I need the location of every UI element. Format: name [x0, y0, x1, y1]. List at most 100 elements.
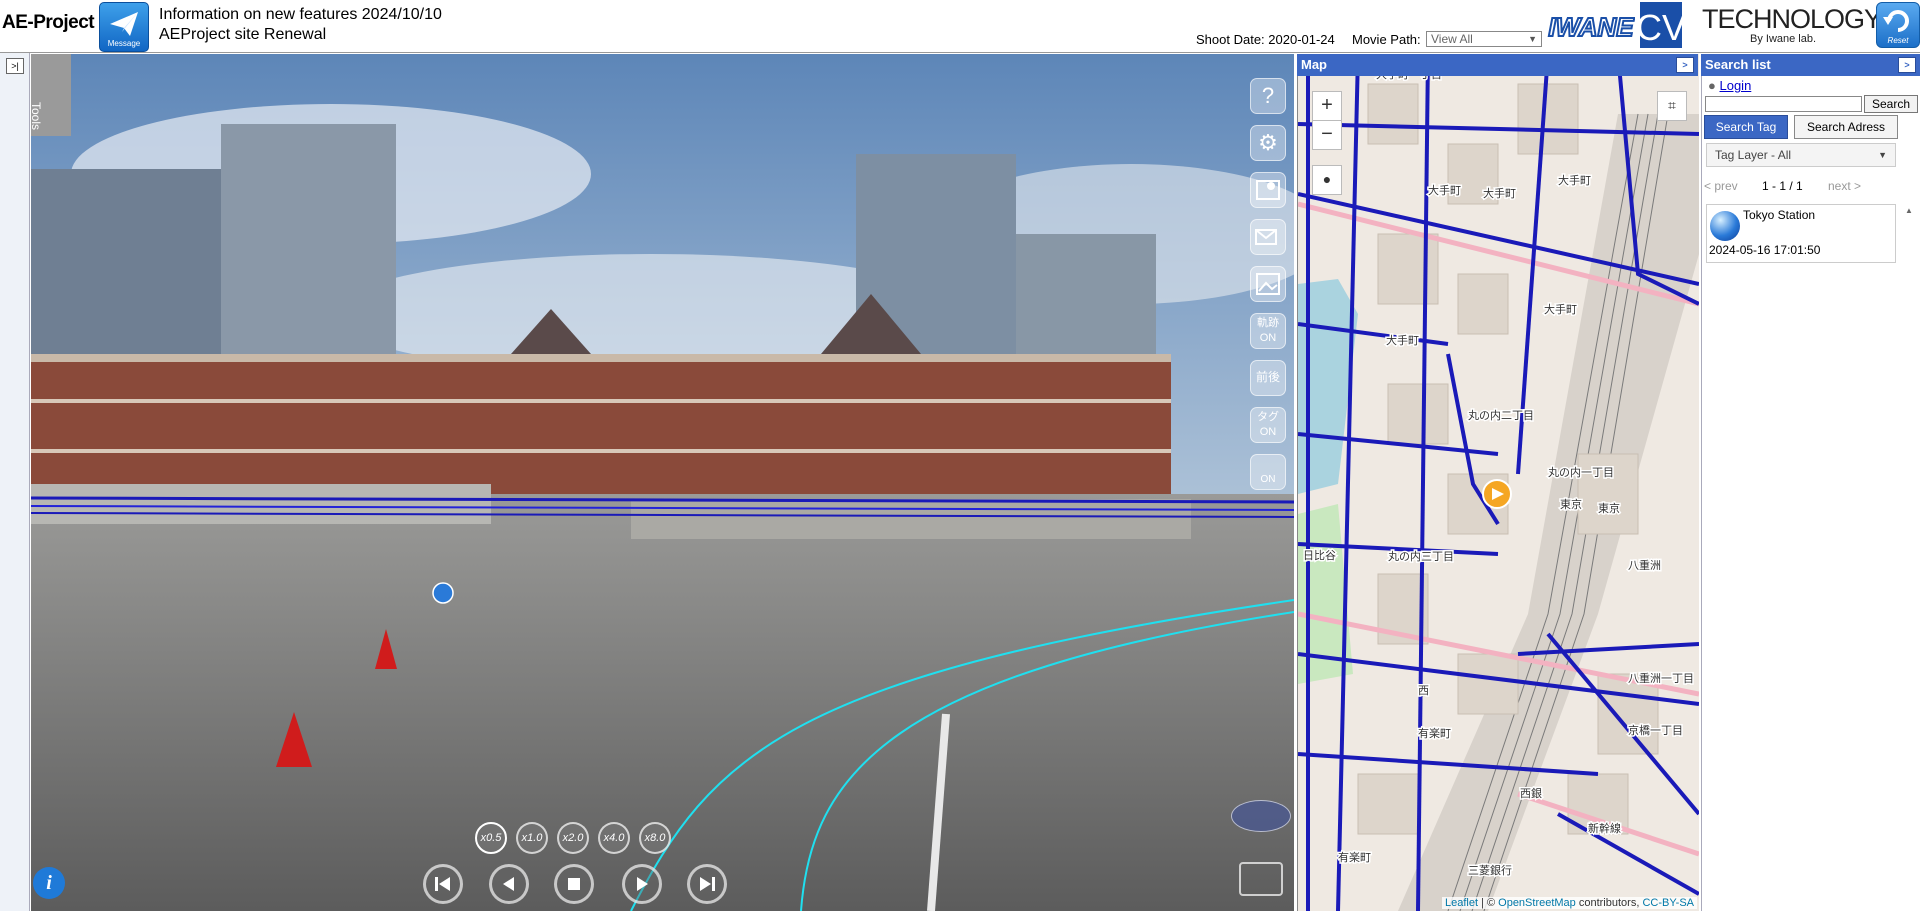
- osm-link[interactable]: OpenStreetMap: [1498, 897, 1576, 909]
- stop-icon[interactable]: [554, 864, 594, 904]
- info-icon[interactable]: i: [33, 867, 65, 899]
- map-label: 有楽町: [1418, 726, 1451, 740]
- shoot-date: Shoot Date: 2020-01-24: [1196, 32, 1335, 47]
- map-label: 大手町: [1428, 183, 1461, 197]
- panorama-viewer[interactable]: Tools ? ⚙ 軌跡 ON 前後 タグ ON ON x0.5 x1.0 x2…: [31, 54, 1294, 911]
- map-label: 大手町: [1558, 173, 1591, 187]
- iwane-logo-text: IWANE: [1548, 12, 1634, 42]
- news-line-1[interactable]: Information on new features 2024/10/10: [159, 6, 442, 24]
- speed-x4.0[interactable]: x4.0: [598, 822, 630, 854]
- login-row: ● Login: [1708, 78, 1751, 93]
- search-collapse-icon[interactable]: >: [1898, 57, 1916, 73]
- search-title: Search list: [1705, 57, 1771, 72]
- map-label: 有楽町: [1338, 850, 1371, 864]
- leaflet-link[interactable]: Leaflet: [1445, 897, 1478, 909]
- front-back-button[interactable]: 前後: [1250, 360, 1286, 396]
- cv-logo: CV: [1640, 2, 1682, 48]
- paper-plane-icon: [110, 12, 138, 36]
- movie-path-select[interactable]: View All ▼: [1426, 31, 1542, 47]
- map-title: Map: [1301, 57, 1327, 72]
- speed-x1.0[interactable]: x1.0: [516, 822, 548, 854]
- tag-layer-value: Tag Layer - All: [1715, 148, 1792, 162]
- scroll-up-icon[interactable]: ▲: [1905, 206, 1913, 215]
- map-attribution: Leaflet | © OpenStreetMap contributors, …: [1441, 897, 1697, 909]
- map-label: 東京: [1560, 497, 1582, 511]
- camera-toggle[interactable]: ON: [1250, 454, 1286, 490]
- locate-pin-icon[interactable]: ●: [1312, 165, 1342, 195]
- list-item[interactable]: Tokyo Station 2024-05-16 17:01:50: [1706, 204, 1896, 263]
- reset-label: Reset: [1887, 36, 1909, 45]
- map-label: 京橋一丁目: [1628, 723, 1683, 737]
- login-link[interactable]: Login: [1719, 78, 1751, 93]
- attribution-contributors: contributors,: [1575, 897, 1643, 909]
- top-header: AE-Project Message Information on new fe…: [0, 0, 1920, 53]
- speed-x8.0[interactable]: x8.0: [639, 822, 671, 854]
- step-forward-icon[interactable]: [687, 864, 727, 904]
- photo-icon[interactable]: [1250, 266, 1286, 302]
- movie-path-label: Movie Path:: [1352, 32, 1421, 47]
- movie-path-value: View All: [1431, 32, 1473, 46]
- attribution-separator: | ©: [1478, 897, 1499, 909]
- map-label: 丸の内二丁目: [1468, 408, 1534, 422]
- search-tag-button[interactable]: Search Tag: [1704, 115, 1788, 139]
- next-page-link[interactable]: next >: [1828, 179, 1861, 193]
- play-forward-icon[interactable]: [622, 864, 662, 904]
- map-header: Map >: [1297, 54, 1698, 76]
- tools-tab[interactable]: Tools: [31, 54, 71, 136]
- map-label: 大手町: [1483, 186, 1516, 200]
- step-back-icon[interactable]: [423, 864, 463, 904]
- map-canvas[interactable]: 大手町一丁目 大手町 大手町 大手町 大手町 大手町 丸の内二丁目 丸の内一丁目…: [1298, 54, 1699, 911]
- zoom-in-button[interactable]: +: [1312, 91, 1342, 121]
- compass-icon[interactable]: [1231, 800, 1291, 832]
- cv-logo-text: CV: [1640, 7, 1682, 48]
- tag-layer-select[interactable]: Tag Layer - All ▼: [1706, 143, 1896, 167]
- crop-icon[interactable]: ⌗: [1657, 91, 1687, 121]
- zoom-out-button[interactable]: −: [1312, 120, 1342, 150]
- left-collapsed-panel: [0, 53, 30, 911]
- technology-logo: TECHNOLOGYTM: [1702, 4, 1892, 35]
- help-icon[interactable]: ?: [1250, 78, 1286, 114]
- search-input[interactable]: [1705, 96, 1862, 112]
- expand-icon[interactable]: >|: [6, 58, 24, 74]
- map-collapse-icon[interactable]: >: [1676, 57, 1694, 73]
- news-line-2[interactable]: AEProject site Renewal: [159, 26, 326, 44]
- speed-x2.0[interactable]: x2.0: [557, 822, 589, 854]
- search-button[interactable]: Search: [1864, 95, 1918, 113]
- tag-toggle[interactable]: タグ ON: [1250, 407, 1286, 443]
- page-count: 1 - 1 / 1: [1762, 179, 1803, 193]
- play-back-icon[interactable]: [489, 864, 529, 904]
- map-label: 大手町: [1386, 333, 1419, 347]
- search-header: Search list >: [1701, 54, 1920, 76]
- iwane-logo: IWANE: [1547, 10, 1635, 43]
- trajectory-toggle[interactable]: 軌跡 ON: [1250, 313, 1286, 349]
- tag-marker-icon: [1710, 211, 1740, 241]
- result-name: Tokyo Station: [1743, 208, 1816, 222]
- fullscreen-icon[interactable]: [1239, 862, 1283, 896]
- map-panel[interactable]: 大手町一丁目 大手町 大手町 大手町 大手町 大手町 丸の内二丁目 丸の内一丁目…: [1297, 54, 1699, 911]
- technology-text: TECHNOLOGY: [1702, 4, 1882, 34]
- map-label: 日比谷: [1303, 549, 1336, 562]
- app-logo[interactable]: AE-Project: [2, 12, 95, 34]
- map-label: 東京: [1598, 501, 1620, 515]
- map-label: 丸の内一丁目: [1548, 465, 1614, 479]
- license-link[interactable]: CC-BY-SA: [1642, 897, 1694, 909]
- settings-gear-icon[interactable]: ⚙: [1250, 125, 1286, 161]
- reset-button[interactable]: Reset: [1876, 2, 1920, 48]
- map-label: 新幹線: [1588, 821, 1621, 835]
- technology-byline: By Iwane lab.: [1750, 33, 1817, 45]
- map-pin-icon[interactable]: [1250, 172, 1286, 208]
- chevron-down-icon: ▼: [1528, 34, 1537, 44]
- map-label: 丸の内三丁目: [1388, 549, 1454, 563]
- panorama-scene: [31, 54, 1294, 911]
- speed-x0.5[interactable]: x0.5: [475, 822, 507, 854]
- map-label: 大手町: [1544, 302, 1577, 316]
- search-address-button[interactable]: Search Adress: [1794, 115, 1898, 139]
- chevron-down-icon: ▼: [1878, 150, 1887, 160]
- map-label: 八重洲一丁目: [1628, 671, 1694, 685]
- result-date: 2024-05-16 17:01:50: [1709, 243, 1821, 257]
- mail-icon[interactable]: [1250, 219, 1286, 255]
- message-button[interactable]: Message: [99, 2, 149, 52]
- map-label: 八重洲: [1628, 558, 1661, 572]
- message-label: Message: [107, 39, 141, 48]
- prev-page-link[interactable]: < prev: [1704, 179, 1738, 193]
